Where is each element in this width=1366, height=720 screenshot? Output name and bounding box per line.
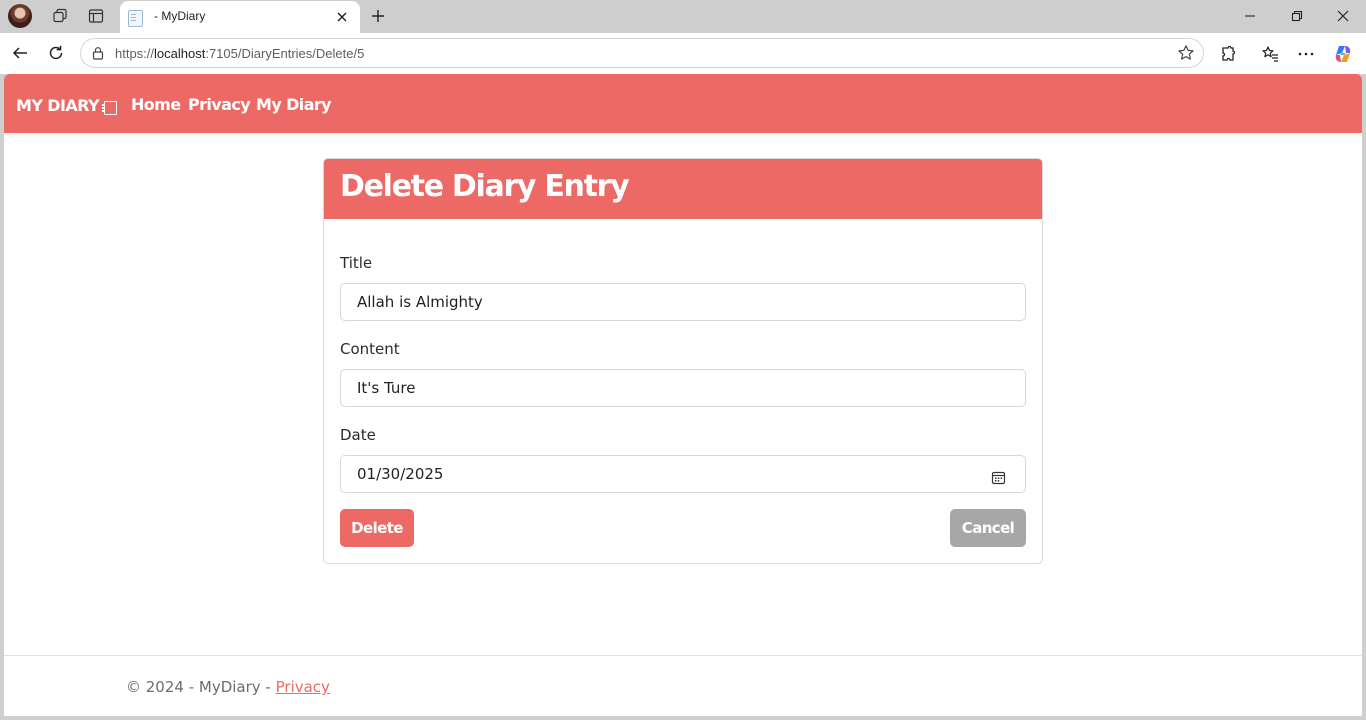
navbar: MY DIARY Home Privacy My Diary [4,74,1362,133]
more-options-icon[interactable] [1294,42,1318,66]
nav-link-my-diary[interactable]: My Diary [256,95,332,114]
extensions-icon[interactable] [1217,42,1241,66]
footer-privacy-link[interactable]: Privacy [276,678,330,696]
cancel-button[interactable]: Cancel [950,509,1026,547]
favorites-icon[interactable] [1258,42,1282,66]
delete-entry-card: Delete Diary Entry Title Content Date De… [323,158,1043,564]
page-viewport: MY DIARY Home Privacy My Diary Delete Di… [4,74,1362,716]
back-arrow-icon[interactable] [8,41,32,65]
tab-title: - MyDiary [154,9,206,23]
title-label: Title [340,254,373,272]
footer: © 2024 - MyDiary - Privacy [4,655,1362,716]
footer-copyright: © 2024 - MyDiary - Privacy [126,678,330,696]
date-label: Date [340,426,376,444]
date-field[interactable] [340,455,1026,493]
brand-link[interactable]: MY DIARY [16,96,117,115]
nav-link-privacy[interactable]: Privacy [188,95,251,114]
favorite-star-icon[interactable] [1177,44,1195,62]
vertical-tabs-icon[interactable] [84,4,108,28]
content-field[interactable] [340,369,1026,407]
close-tab-icon[interactable] [332,7,352,27]
refresh-icon[interactable] [44,41,68,65]
workspaces-icon[interactable] [48,4,72,28]
copilot-icon[interactable] [1331,42,1355,66]
page-title: Delete Diary Entry [340,169,630,204]
calendar-icon[interactable] [990,469,1006,485]
address-bar[interactable]: https://localhost:7105/DiaryEntries/Dele… [80,38,1204,68]
new-tab-icon[interactable] [366,4,390,28]
card-header: Delete Diary Entry [324,159,1042,219]
delete-button[interactable]: Delete [340,509,414,547]
page-icon [128,10,143,27]
browser-toolbar: https://localhost:7105/DiaryEntries/Dele… [0,33,1366,74]
footer-copyright-text: © 2024 - MyDiary - [126,678,276,696]
nav-link-home[interactable]: Home [131,95,181,114]
active-tab[interactable]: - MyDiary [120,1,360,33]
profile-avatar[interactable] [8,4,32,28]
browser-tab-strip: - MyDiary [0,0,1366,33]
brand-text: MY DIARY [16,96,100,115]
restore-icon[interactable] [1283,4,1311,28]
url-text: https://localhost:7105/DiaryEntries/Dele… [115,46,365,61]
content-label: Content [340,340,400,358]
notebook-icon [101,100,117,115]
lock-icon[interactable] [90,45,106,61]
minimize-icon[interactable] [1236,4,1264,28]
close-window-icon[interactable] [1329,4,1357,28]
title-field[interactable] [340,283,1026,321]
